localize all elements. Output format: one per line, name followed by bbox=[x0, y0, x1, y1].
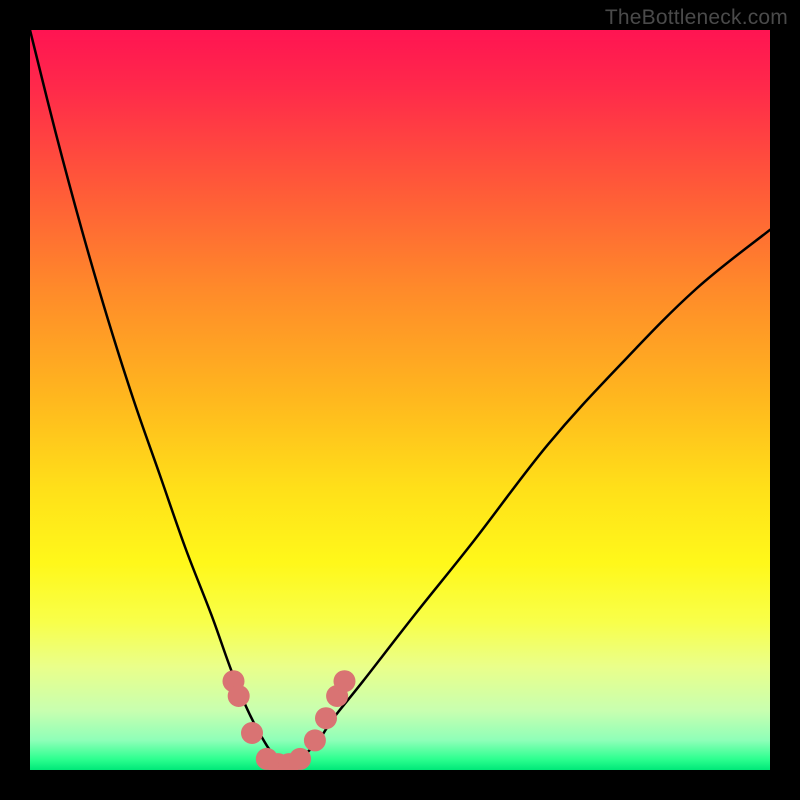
marker-point bbox=[334, 670, 356, 692]
marker-point bbox=[315, 707, 337, 729]
marker-point bbox=[228, 685, 250, 707]
marker-point bbox=[241, 722, 263, 744]
marker-point bbox=[304, 729, 326, 751]
chart-plot-area bbox=[30, 30, 770, 770]
bottleneck-curve bbox=[30, 30, 770, 763]
bottleneck-curve-layer bbox=[30, 30, 770, 770]
marker-point bbox=[289, 748, 311, 770]
highlight-markers bbox=[223, 670, 356, 770]
watermark-text: TheBottleneck.com bbox=[605, 6, 788, 30]
